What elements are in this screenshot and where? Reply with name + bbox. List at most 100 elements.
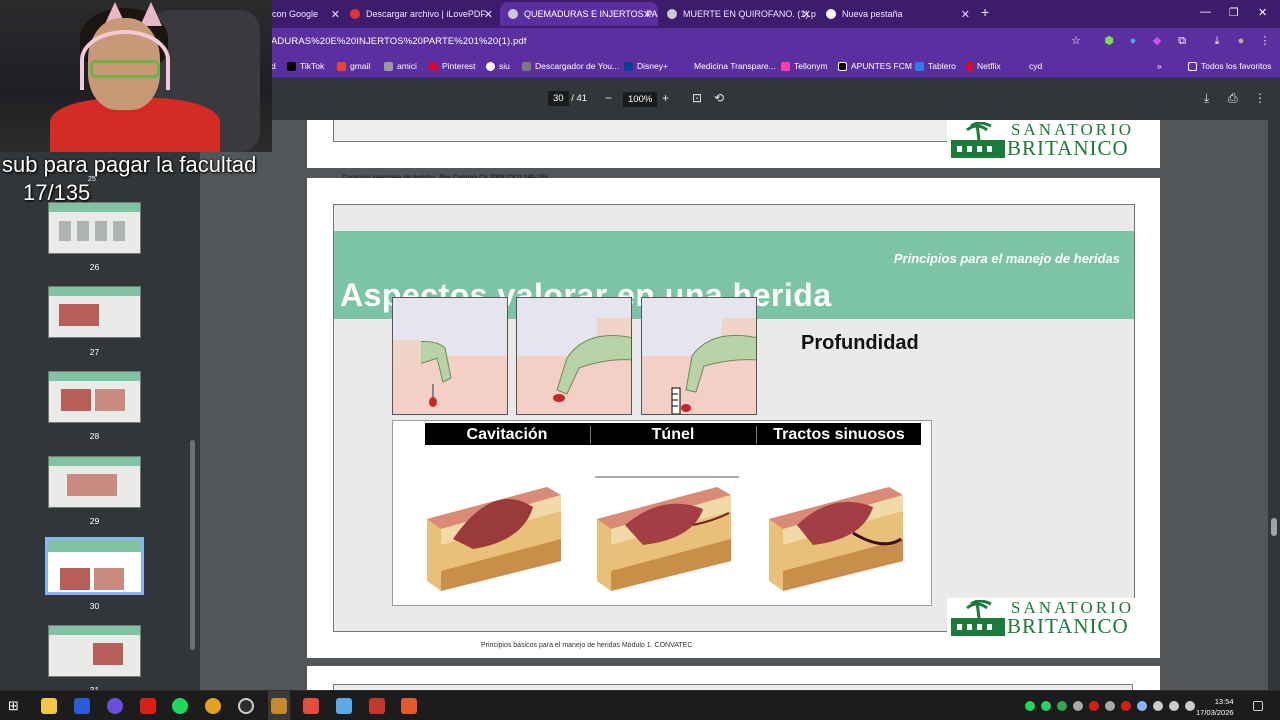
tray-icon[interactable]	[1089, 701, 1099, 711]
whatsapp-tray-icon[interactable]	[1041, 701, 1051, 711]
document-scrollbar[interactable]	[1268, 120, 1280, 690]
pdf-page-current: Principios para el manejo de heridas Asp…	[307, 178, 1160, 658]
bookmark-item[interactable]: Tablero	[915, 61, 956, 71]
tab-quemaduras[interactable]: QUEMADURAS E INJERTOS PA ✕	[500, 2, 658, 26]
shield-extension-icon[interactable]: ⬢	[1103, 35, 1115, 47]
app-icon[interactable]	[303, 698, 319, 714]
globe-icon	[522, 61, 531, 71]
zoom-in-icon[interactable]: +	[662, 91, 669, 105]
bookmark-item[interactable]: amici	[384, 61, 417, 71]
tray-icon[interactable]	[1105, 701, 1115, 711]
extension-icon[interactable]: ●	[1127, 35, 1139, 47]
url-field[interactable]: ADURAS%20E%20INJERTOS%20PARTE%201%20(1).…	[271, 36, 526, 47]
sidebar-scrollbar[interactable]	[190, 440, 195, 650]
app-icon[interactable]	[401, 698, 417, 714]
slide-subtitle: Principios para el manejo de heridas	[893, 251, 1120, 266]
obs-icon[interactable]	[238, 698, 254, 714]
fit-page-icon[interactable]: ⊡	[692, 91, 702, 105]
more-options-icon[interactable]: ⋮	[1254, 91, 1266, 105]
bookmark-item[interactable]: cyd	[1029, 61, 1042, 71]
logo-line2: BRITANICO	[1007, 614, 1129, 638]
bookmark-item[interactable]: Descargador de You...	[522, 61, 619, 71]
chrome-icon[interactable]	[205, 698, 221, 714]
pdf-page: SANATORIO BRITANICO	[307, 120, 1160, 168]
page-thumbnail[interactable]	[48, 371, 141, 423]
star-icon[interactable]: ☆	[1070, 35, 1082, 47]
app-icon[interactable]	[271, 698, 287, 714]
extension-icon[interactable]: ◆	[1151, 35, 1163, 47]
gloved-hand-icon	[393, 340, 452, 407]
chrome-tray-icon[interactable]	[1057, 701, 1067, 711]
bookmark-item[interactable]: Disney+	[624, 61, 668, 71]
bookmark-item[interactable]: TikTok	[287, 61, 324, 71]
avatar[interactable]: ●	[1235, 35, 1247, 47]
bookmark-item[interactable]: APUNTES FCM	[838, 61, 912, 71]
document-viewer: SANATORIO BRITANICO Curación avanzada de…	[200, 120, 1268, 690]
page-thumbnail[interactable]	[48, 456, 141, 508]
bookmarks-overflow-icon[interactable]: »	[1157, 61, 1162, 71]
total-pages: 41	[576, 93, 588, 104]
close-icon[interactable]: ✕	[484, 8, 493, 21]
download-icon[interactable]: ⤓	[1204, 91, 1209, 106]
bookmark-item[interactable]: Tellonym	[781, 61, 828, 71]
tab-ilovepdf[interactable]: Descargar archivo | iLovePDF ✕	[342, 2, 499, 26]
download-icon[interactable]: ⤓	[1211, 35, 1223, 47]
close-window-icon[interactable]: ✕	[1258, 6, 1267, 19]
spotify-tray-icon[interactable]	[1025, 701, 1035, 711]
page-input[interactable]: 30	[548, 91, 569, 106]
notification-icon[interactable]	[1253, 701, 1263, 711]
app-icon[interactable]	[140, 698, 156, 714]
bookmark-item[interactable]: Pinterest	[429, 61, 476, 71]
app-icon[interactable]	[336, 698, 352, 714]
page-thumbnail[interactable]	[48, 286, 141, 338]
all-bookmarks-button[interactable]: Todos los favoritos	[1188, 61, 1271, 71]
tiktok-icon	[287, 61, 296, 71]
zoom-out-icon[interactable]: −	[605, 91, 612, 105]
network-icon[interactable]	[1169, 701, 1179, 711]
sanatorio-logo: SANATORIO BRITANICO	[947, 598, 1155, 642]
page-thumbnail[interactable]	[48, 625, 141, 677]
tab-nueva[interactable]: Nueva pestaña ✕	[818, 2, 976, 26]
bookmark-item[interactable]: Medicina Transpare...	[694, 61, 776, 71]
restore-icon[interactable]: ❐	[1229, 6, 1239, 19]
tray-icon[interactable]	[1137, 701, 1147, 711]
new-tab-button[interactable]: +	[981, 4, 989, 20]
folder-icon	[1188, 61, 1197, 71]
sanatorio-logo: SANATORIO BRITANICO	[947, 120, 1155, 164]
file-explorer-icon[interactable]	[41, 698, 57, 714]
close-icon[interactable]: ✕	[643, 8, 652, 21]
tab-google[interactable]: con Google ✕	[264, 2, 346, 26]
scrollbar-thumb[interactable]	[1271, 518, 1277, 536]
puzzle-icon[interactable]: ⧉	[1176, 35, 1188, 47]
app-icon[interactable]	[369, 698, 385, 714]
zoom-input[interactable]: 100%	[623, 92, 658, 107]
tab-muerte[interactable]: MUERTE EN QUIROFANO. (1).p ✕	[659, 2, 817, 26]
bookmark-item[interactable]: gmail	[337, 61, 370, 71]
system-clock[interactable]: 13:54 17/03/2026	[1196, 696, 1234, 718]
close-icon[interactable]: ✕	[961, 8, 970, 21]
tray-icon[interactable]	[1121, 701, 1131, 711]
pinterest-icon	[429, 61, 438, 71]
tab-label: Descargar archivo | iLovePDF	[366, 9, 486, 19]
clock-date: 17/03/2026	[1196, 708, 1234, 717]
close-icon[interactable]: ✕	[802, 8, 811, 21]
slide-footer-note: Principios básicos para el manejo de her…	[481, 642, 693, 649]
print-icon[interactable]: ⎙	[1228, 91, 1238, 106]
bookmark-item[interactable]: siu	[486, 61, 510, 71]
bookmark-item[interactable]: Netflix	[967, 61, 1001, 71]
store-icon[interactable]	[74, 698, 90, 714]
microphone-icon[interactable]	[1153, 701, 1163, 711]
palm-building-icon	[951, 122, 1005, 158]
discord-tray-icon[interactable]	[1073, 701, 1083, 711]
page-thumbnail[interactable]	[48, 202, 141, 254]
close-icon[interactable]: ✕	[331, 8, 340, 21]
volume-icon[interactable]	[1185, 701, 1195, 711]
page-thumbnail-selected[interactable]	[45, 537, 144, 595]
menu-icon[interactable]: ⋮	[1259, 35, 1271, 47]
windows-start-icon[interactable]: ⊞	[8, 698, 24, 714]
tab-label: MUERTE EN QUIROFANO. (1).p	[683, 9, 816, 19]
minimize-icon[interactable]: —	[1200, 6, 1211, 18]
chrome-profile-icon[interactable]	[107, 698, 123, 714]
rotate-icon[interactable]: ⟲	[714, 91, 724, 105]
spotify-icon[interactable]	[172, 698, 188, 714]
